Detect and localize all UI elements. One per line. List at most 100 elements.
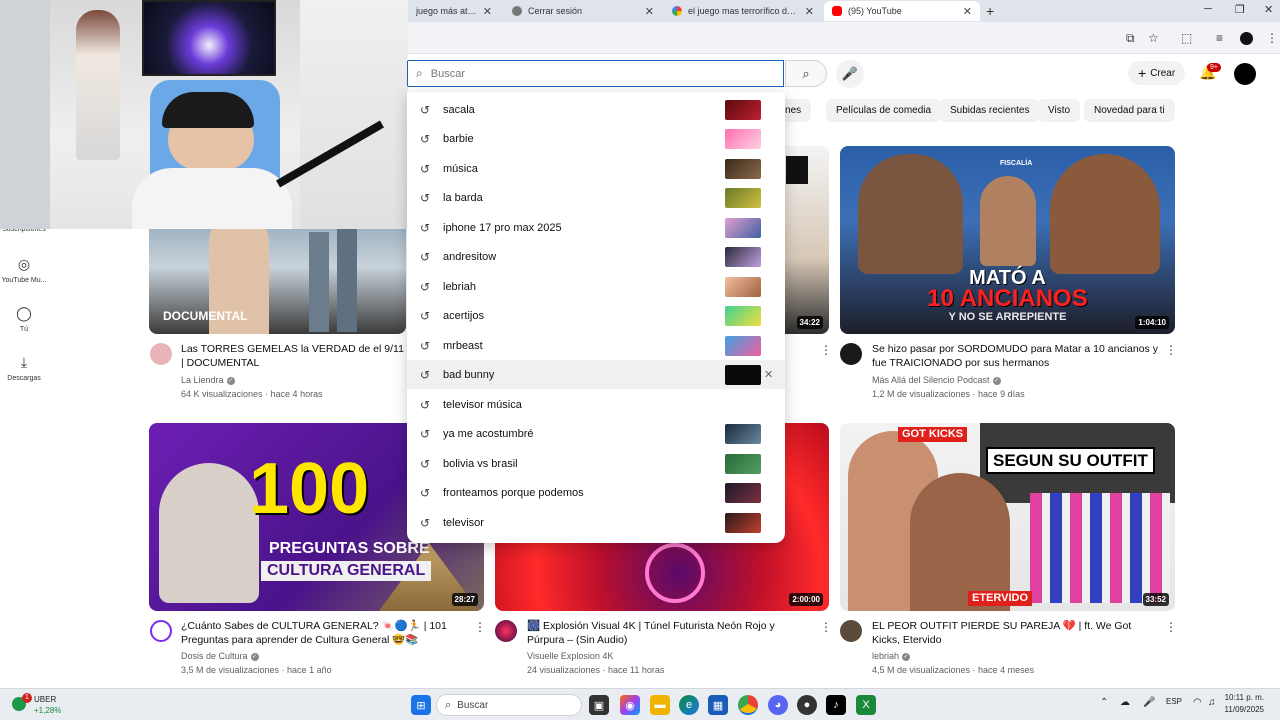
chip-visto[interactable]: Visto: [1038, 99, 1081, 122]
tab-youtube[interactable]: (95) YouTube ✕: [824, 1, 980, 21]
channel-avatar[interactable]: [495, 620, 517, 642]
channel-avatar[interactable]: [150, 343, 172, 365]
widget-label: UBER: [34, 695, 57, 704]
suggestion-item[interactable]: ↺ andresitow: [407, 242, 785, 271]
video-thumbnail[interactable]: FISCALÍA MATÓ A 10 ANCIANOS Y NO SE ARRE…: [840, 146, 1175, 334]
discord-icon[interactable]: ◕: [768, 695, 788, 715]
suggestion-item[interactable]: ↺ lebriah: [407, 272, 785, 301]
more-options-icon[interactable]: ⋮: [1165, 620, 1177, 634]
suggestion-item[interactable]: ↺ la barda: [407, 183, 785, 212]
chip-peliculas-comedia[interactable]: Películas de comedia: [826, 99, 942, 122]
minimize-icon[interactable]: ─: [1204, 3, 1212, 15]
suggestion-thumbnail: [725, 246, 761, 267]
channel-name[interactable]: Más Allá del Silencio Podcast ✓: [872, 375, 1001, 385]
close-window-icon[interactable]: ✕: [1264, 3, 1273, 16]
profile-avatar[interactable]: [1240, 32, 1253, 45]
video-thumbnail[interactable]: 34:22: [784, 146, 829, 334]
video-title[interactable]: Se hizo pasar por SORDOMUDO para Matar a…: [872, 342, 1160, 370]
copilot-icon[interactable]: ◉: [620, 695, 640, 715]
more-options-icon[interactable]: ⋮: [1165, 343, 1177, 357]
channel-avatar[interactable]: [840, 343, 862, 365]
tiktok-icon[interactable]: ♪: [826, 695, 846, 715]
tab-google-search[interactable]: el juego mas terrorífico del mu ✕: [664, 1, 822, 21]
search-box[interactable]: ⌕: [407, 60, 784, 87]
microphone-icon[interactable]: 🎤: [1143, 697, 1155, 708]
close-icon[interactable]: ✕: [483, 5, 492, 18]
voice-search-button[interactable]: 🎤: [836, 60, 864, 88]
tab-juego-aterrador[interactable]: juego más aterrado ✕: [408, 1, 500, 21]
browser-menu-icon[interactable]: ⋮: [1266, 31, 1278, 45]
chip-novedad-para-ti[interactable]: Novedad para ti: [1084, 99, 1175, 122]
obs-icon[interactable]: ●: [797, 695, 817, 715]
remove-suggestion-icon[interactable]: ✕: [764, 368, 773, 381]
media-control-icon[interactable]: ≡: [1216, 31, 1223, 45]
close-icon[interactable]: ✕: [963, 5, 972, 18]
edge-icon[interactable]: e: [679, 695, 699, 715]
suggestion-thumbnail: [725, 423, 761, 444]
tab-cerrar-sesion[interactable]: Cerrar sesión ✕: [504, 1, 662, 21]
suggestion-item[interactable]: ↺ ya me acostumbré: [407, 419, 785, 448]
language-indicator[interactable]: ESP: [1166, 697, 1182, 706]
suggestion-item[interactable]: ↺ televisor música: [407, 390, 785, 419]
search-button[interactable]: ⌕: [785, 60, 827, 87]
windows-start-icon[interactable]: ⊞: [411, 695, 431, 715]
video-title[interactable]: EL PEOR OUTFIT PIERDE SU PAREJA 💔 | ft. …: [872, 619, 1162, 647]
task-view-icon[interactable]: ▣: [589, 695, 609, 715]
chevron-up-icon[interactable]: ⌃: [1100, 697, 1108, 708]
volume-icon[interactable]: ♫: [1208, 697, 1216, 708]
history-icon: ↺: [420, 338, 431, 353]
sidebar-item-youtube-music[interactable]: ◎ YouTube Mu...: [0, 256, 48, 284]
channel-avatar[interactable]: [840, 620, 862, 642]
taskbar-search[interactable]: ⌕ Buscar: [436, 694, 582, 716]
install-app-icon[interactable]: ⧉: [1126, 31, 1135, 46]
extensions-icon[interactable]: ⬚: [1181, 31, 1192, 45]
channel-avatar[interactable]: [150, 620, 172, 642]
video-thumbnail[interactable]: SEGUN SU OUTFIT GOT KICKS ETERVIDO 33:52: [840, 423, 1175, 611]
channel-name[interactable]: Dosis de Cultura ✓: [181, 651, 259, 661]
channel-name[interactable]: Visuelle Explosion 4K: [527, 651, 613, 661]
video-title[interactable]: 🎆 Explosión Visual 4K | Túnel Futurista …: [527, 619, 812, 647]
suggestion-item[interactable]: ↺ iphone 17 pro max 2025: [407, 213, 785, 242]
taskbar-search-label: Buscar: [457, 699, 489, 711]
channel-name[interactable]: lebriah ✓: [872, 651, 911, 661]
clock-date[interactable]: 11/09/2025: [1224, 705, 1264, 714]
suggestion-text: lebriah: [443, 280, 477, 293]
store-icon[interactable]: ▦: [708, 695, 728, 715]
suggestion-item[interactable]: ↺ televisor: [407, 508, 785, 537]
suggestion-item[interactable]: ↺ sacala: [407, 95, 785, 124]
weather-widget[interactable]: 1 UBER +1,28%: [12, 693, 72, 717]
suggestion-item[interactable]: ↺ música: [407, 154, 785, 183]
suggestion-item[interactable]: ↺ bad bunny ✕: [407, 360, 785, 389]
search-input[interactable]: [430, 67, 751, 80]
more-options-icon[interactable]: ⋮: [474, 620, 486, 634]
suggestion-item[interactable]: ↺ mrbeast: [407, 331, 785, 360]
excel-icon[interactable]: X: [856, 695, 876, 715]
wifi-icon[interactable]: ◠: [1193, 697, 1202, 708]
close-icon[interactable]: ✕: [645, 5, 654, 18]
video-title[interactable]: Las TORRES GEMELAS la VERDAD de el 9/11 …: [181, 342, 406, 370]
chip-subidas-recientes[interactable]: Subidas recientes: [940, 99, 1040, 122]
clock-time[interactable]: 10:11 p. m.: [1224, 693, 1264, 702]
file-explorer-icon[interactable]: ▬: [650, 695, 670, 715]
suggestion-item[interactable]: ↺ acertijos: [407, 301, 785, 330]
video-title[interactable]: ¿Cuánto Sabes de CULTURA GENERAL? 🍬🔵🏃 | …: [181, 619, 466, 647]
account-avatar[interactable]: [1234, 63, 1256, 85]
channel-name[interactable]: La Liendra ✓: [181, 375, 235, 385]
video-thumbnail[interactable]: DOCUMENTAL: [149, 212, 406, 334]
new-tab-button[interactable]: +: [986, 3, 994, 19]
restore-icon[interactable]: ❐: [1235, 3, 1245, 16]
suggestion-text: mrbeast: [443, 339, 483, 352]
suggestion-thumbnail: [725, 364, 761, 385]
more-options-icon[interactable]: ⋮: [820, 620, 832, 634]
sidebar-item-you[interactable]: ◯ Tú: [0, 305, 48, 333]
chrome-icon[interactable]: [738, 695, 758, 715]
cloud-icon[interactable]: ☁: [1120, 697, 1130, 708]
suggestion-item[interactable]: ↺ fronteamos porque podemos: [407, 478, 785, 507]
suggestion-item[interactable]: ↺ bolivia vs brasil: [407, 449, 785, 478]
create-button[interactable]: + Crear: [1128, 61, 1186, 85]
sidebar-item-downloads[interactable]: ⤓ Descargas: [0, 354, 48, 382]
suggestion-item[interactable]: ↺ barbie: [407, 124, 785, 153]
bookmark-star-icon[interactable]: ☆: [1148, 31, 1159, 45]
close-icon[interactable]: ✕: [805, 5, 814, 18]
more-options-icon[interactable]: ⋮: [820, 343, 832, 357]
